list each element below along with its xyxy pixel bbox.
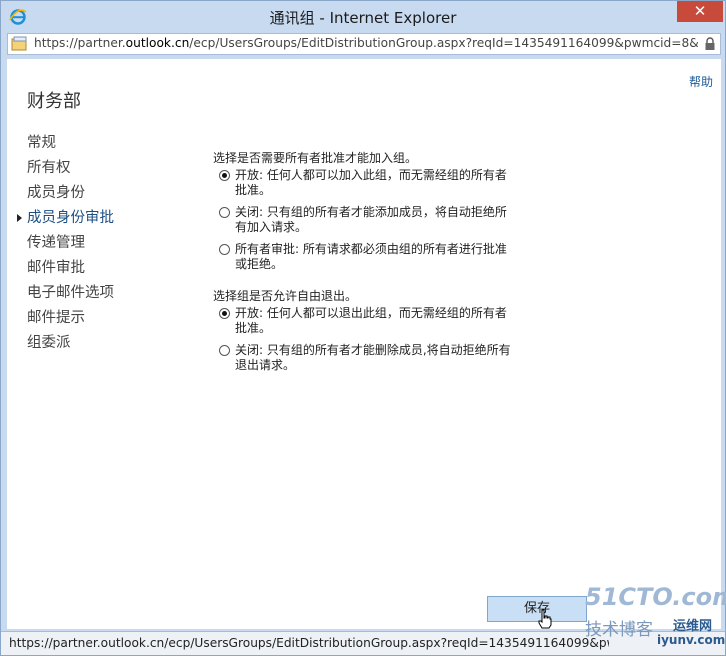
save-button[interactable]: 保存 — [487, 596, 587, 622]
address-url[interactable]: https://partner.outlook.cn/ecp/UsersGrou… — [34, 36, 698, 50]
nav-item-delivery-management[interactable]: 传递管理 — [27, 231, 114, 256]
leave-option-open[interactable]: 开放: 任何人都可以退出此组，而无需经组的所有者批准。 — [213, 306, 513, 336]
hand-cursor-icon — [538, 609, 552, 629]
join-option-open[interactable]: 开放: 任何人都可以加入此组，而无需经组的所有者批准。 — [213, 168, 513, 198]
status-bar: https://partner.outlook.cn/ecp/UsersGrou… — [1, 631, 725, 655]
option-label: 开放: 任何人都可以退出此组，而无需经组的所有者批准。 — [235, 306, 507, 335]
url-host: outlook.cn — [125, 36, 190, 50]
option-label: 开放: 任何人都可以加入此组，而无需经组的所有者批准。 — [235, 168, 507, 197]
title-bar[interactable]: 通讯组 - Internet Explorer ✕ — [1, 1, 725, 33]
option-label: 关闭: 只有组的所有者才能添加成员，将自动拒绝所有加入请求。 — [235, 205, 507, 234]
nav-item-label: 成员身份审批 — [27, 210, 114, 226]
address-bar[interactable]: https://partner.outlook.cn/ecp/UsersGrou… — [7, 33, 721, 55]
membership-approval-form: 选择是否需要所有者批准才能加入组。 开放: 任何人都可以加入此组，而无需经组的所… — [213, 151, 513, 380]
nav-item-message-approval[interactable]: 邮件审批 — [27, 256, 114, 281]
nav-item-mailtip[interactable]: 邮件提示 — [27, 306, 114, 331]
option-label: 关闭: 只有组的所有者才能删除成员,将自动拒绝所有退出请求。 — [235, 343, 511, 372]
content-pane: 帮助 财务部 常规 所有权 成员身份 成员身份审批 传递管理 邮件审批 电子邮件… — [7, 59, 721, 629]
radio-button[interactable] — [219, 170, 230, 181]
url-prefix: https://partner. — [34, 36, 126, 50]
join-option-closed[interactable]: 关闭: 只有组的所有者才能添加成员，将自动拒绝所有加入请求。 — [213, 205, 513, 235]
radio-button[interactable] — [219, 308, 230, 319]
url-path: /ecp/UsersGroups/EditDistributionGroup.a… — [189, 36, 698, 50]
leave-section-title: 选择组是否允许自由退出。 — [213, 289, 358, 303]
join-section-title: 选择是否需要所有者批准才能加入组。 — [213, 151, 418, 165]
help-link[interactable]: 帮助 — [689, 73, 713, 90]
nav-item-general[interactable]: 常规 — [27, 131, 114, 156]
nav-item-ownership[interactable]: 所有权 — [27, 156, 114, 181]
leave-option-closed[interactable]: 关闭: 只有组的所有者才能删除成员,将自动拒绝所有退出请求。 — [213, 343, 513, 373]
nav-item-email-options[interactable]: 电子邮件选项 — [27, 281, 114, 306]
page-icon — [11, 36, 27, 51]
nav-item-membership[interactable]: 成员身份 — [27, 181, 114, 206]
status-url: https://partner.outlook.cn/ecp/UsersGrou… — [9, 636, 609, 650]
current-item-arrow-icon — [17, 214, 22, 222]
join-option-owner-approval[interactable]: 所有者审批: 所有请求都必须由组的所有者进行批准或拒绝。 — [213, 242, 513, 272]
window-title: 通讯组 - Internet Explorer — [269, 9, 457, 27]
nav-item-group-delegation[interactable]: 组委派 — [27, 331, 114, 356]
page-title: 财务部 — [27, 91, 81, 112]
radio-button[interactable] — [219, 345, 230, 356]
side-nav: 常规 所有权 成员身份 成员身份审批 传递管理 邮件审批 电子邮件选项 邮件提示… — [17, 131, 114, 356]
radio-button[interactable] — [219, 244, 230, 255]
close-button[interactable]: ✕ — [677, 1, 723, 22]
ie-window: 通讯组 - Internet Explorer ✕ https://partne… — [0, 0, 726, 656]
radio-button[interactable] — [219, 207, 230, 218]
lock-icon[interactable] — [704, 37, 716, 51]
nav-item-membership-approval[interactable]: 成员身份审批 — [17, 206, 114, 231]
option-label: 所有者审批: 所有请求都必须由组的所有者进行批准或拒绝。 — [235, 242, 507, 271]
